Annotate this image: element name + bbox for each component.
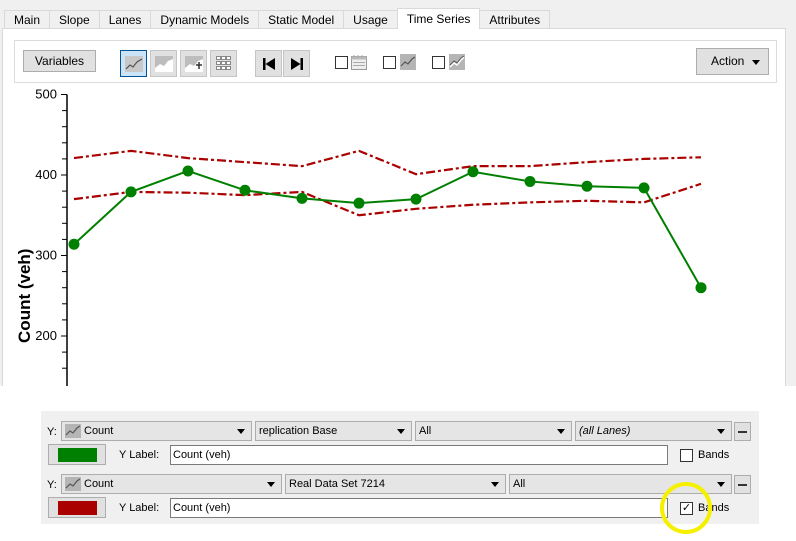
tab-attributes[interactable]: Attributes (479, 10, 551, 29)
variable-value: Count (84, 425, 114, 437)
color-swatch (58, 448, 97, 462)
series-config-panel: Y: Count replication Base All (all Lanes… (41, 411, 759, 524)
data-point (125, 186, 137, 198)
filter-value: All (513, 478, 526, 490)
y-label-caption: Y Label: (119, 502, 160, 514)
tab-static-model[interactable]: Static Model (258, 10, 345, 29)
data-point (296, 192, 308, 204)
remove-series-button[interactable] (734, 422, 751, 441)
series-color-button[interactable] (48, 444, 106, 465)
tab-bar: Main Slope Lanes Dynamic Models Static M… (4, 8, 551, 29)
data-point (467, 166, 479, 178)
series-color-button[interactable] (48, 497, 106, 518)
y-prefix-label: Y: (47, 479, 57, 491)
tab-main[interactable]: Main (4, 10, 51, 29)
tab-slope[interactable]: Slope (49, 10, 100, 29)
bands-label: Bands (698, 449, 730, 461)
tab-lanes[interactable]: Lanes (98, 10, 152, 29)
source-value: Real Data Set 7214 (289, 478, 386, 490)
source-value: replication Base (259, 425, 338, 437)
y-tick-label: 200 (35, 328, 57, 343)
data-point (182, 165, 194, 177)
chevron-down-icon (557, 429, 565, 434)
data-point (239, 184, 251, 196)
variable-select[interactable]: Count (61, 474, 282, 494)
filter-select[interactable]: All (415, 421, 572, 441)
data-point (68, 238, 80, 250)
line-chart-icon (65, 424, 81, 438)
data-point (353, 197, 365, 209)
variable-select[interactable]: Count (61, 421, 252, 441)
y-tick-label: 400 (35, 167, 57, 182)
tab-time-series[interactable]: Time Series (396, 8, 481, 29)
data-point (638, 182, 650, 194)
chevron-down-icon (267, 482, 275, 487)
data-point (410, 193, 422, 205)
source-select[interactable]: Real Data Set 7214 (285, 474, 506, 494)
tab-usage[interactable]: Usage (343, 10, 398, 29)
y-label-input[interactable]: Count (veh) (170, 445, 668, 465)
y-axis-label: Count (veh) (15, 249, 34, 343)
tab-dynamic-models[interactable]: Dynamic Models (150, 10, 260, 29)
chevron-down-icon (397, 429, 405, 434)
y-label-caption: Y Label: (119, 449, 160, 461)
band-line (73, 182, 702, 217)
y-tick-label: 300 (35, 248, 57, 263)
remove-series-button[interactable] (734, 475, 751, 494)
y-prefix-label: Y: (47, 426, 57, 438)
chevron-down-icon (717, 429, 725, 434)
chevron-down-icon (491, 482, 499, 487)
line-chart-icon (65, 477, 81, 491)
highlight-circle-annotation (660, 482, 712, 534)
filter-value: All (419, 425, 432, 437)
variable-value: Count (84, 478, 114, 490)
color-swatch (58, 501, 97, 515)
data-point (695, 282, 707, 294)
source-select[interactable]: replication Base (255, 421, 412, 441)
chevron-down-icon (237, 429, 245, 434)
y-label-input[interactable]: Count (veh) (170, 498, 668, 518)
series-line (73, 169, 702, 289)
time-series-chart: 200 300 400 500 Count (veh) (15, 87, 707, 386)
data-point (581, 180, 593, 192)
time-series-window: Main Slope Lanes Dynamic Models Static M… (0, 0, 796, 386)
chevron-down-icon (717, 482, 725, 487)
lanes-value: (all Lanes) (579, 425, 631, 437)
data-point (524, 175, 536, 187)
bands-checkbox[interactable] (680, 449, 693, 462)
y-tick-label: 500 (35, 87, 57, 102)
lanes-select[interactable]: (all Lanes) (575, 421, 732, 441)
band-line (73, 149, 702, 176)
